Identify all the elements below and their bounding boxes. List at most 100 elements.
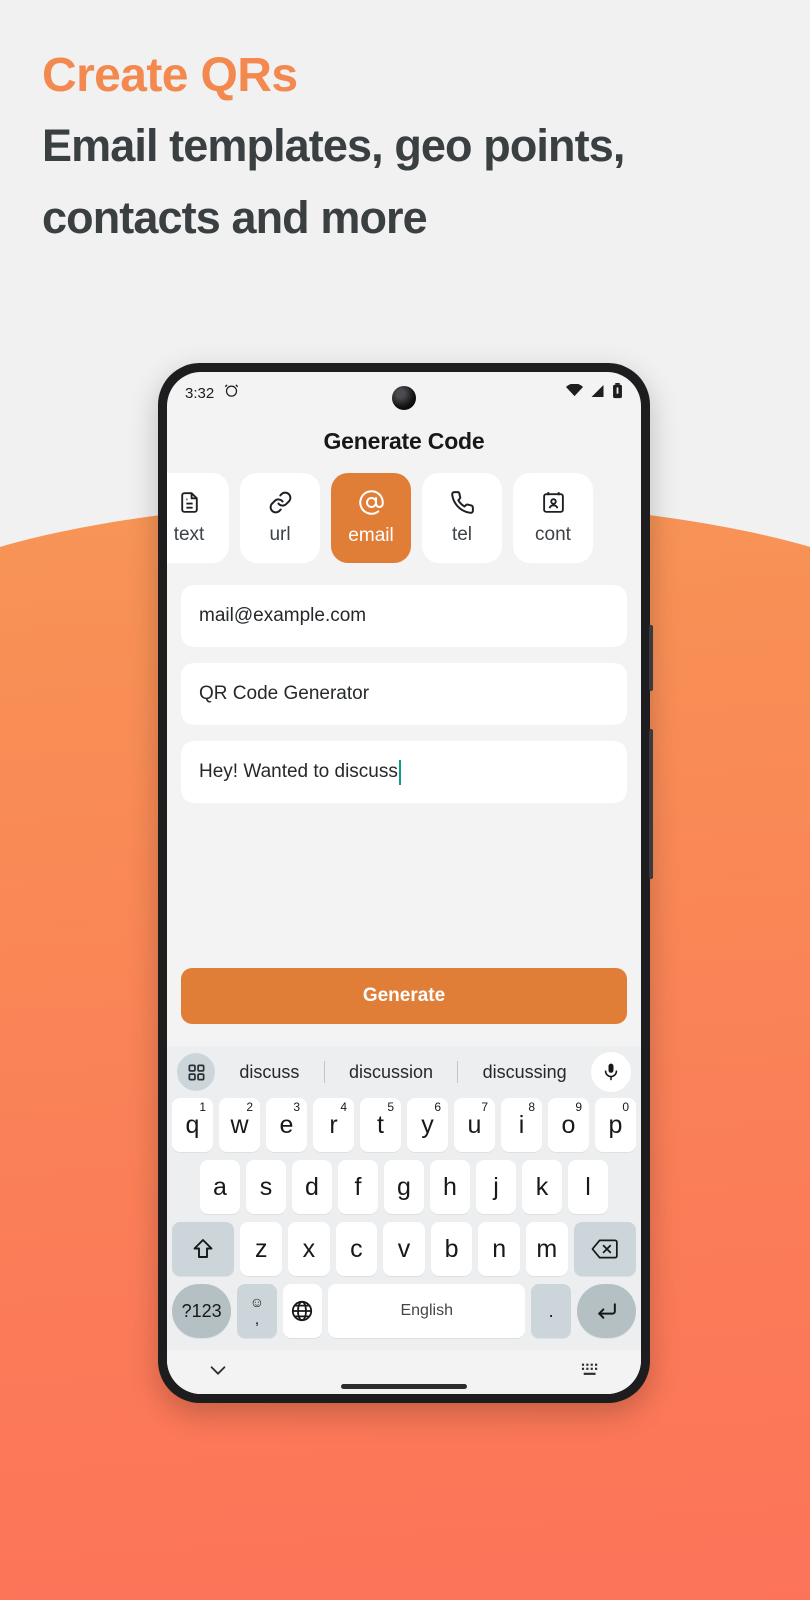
key-label: k xyxy=(535,1172,549,1201)
suggestion-item[interactable]: discussing xyxy=(477,1062,573,1083)
period-key[interactable]: . xyxy=(531,1284,571,1338)
keyboard-row-3: z x c v b n m xyxy=(167,1222,641,1284)
alarm-clock-icon xyxy=(224,383,239,403)
key-v[interactable]: v xyxy=(383,1222,425,1276)
promo-subheadline: Email templates, geo points, contacts an… xyxy=(42,119,625,243)
generate-button[interactable]: Generate xyxy=(181,968,627,1024)
email-body-field[interactable]: Hey! Wanted to discuss xyxy=(181,741,627,803)
status-bar-right xyxy=(566,382,623,404)
key-label: d xyxy=(305,1172,319,1201)
key-w[interactable]: 2w xyxy=(219,1098,260,1152)
key-a[interactable]: a xyxy=(200,1160,240,1214)
tab-url[interactable]: url xyxy=(240,473,320,563)
key-sup: 0 xyxy=(622,1100,629,1114)
backspace-icon[interactable] xyxy=(573,1222,636,1276)
cellular-signal-icon xyxy=(590,384,605,403)
promo-kicker: Create QRs xyxy=(42,49,298,102)
qr-type-tab-strip[interactable]: text url email tel cont xyxy=(167,473,641,563)
key-x[interactable]: x xyxy=(288,1222,330,1276)
email-body-value: Hey! Wanted to discuss xyxy=(199,761,398,782)
generate-form: mail@example.com QR Code Generator Hey! … xyxy=(167,563,641,1046)
key-p[interactable]: 0p xyxy=(595,1098,636,1152)
key-r[interactable]: 4r xyxy=(313,1098,354,1152)
key-c[interactable]: c xyxy=(335,1222,378,1276)
key-b[interactable]: b xyxy=(430,1222,473,1276)
keyboard-switcher-icon[interactable] xyxy=(581,1362,601,1383)
key-sup: 2 xyxy=(246,1100,253,1114)
key-label: t xyxy=(377,1110,384,1139)
suggestion-item[interactable]: discussion xyxy=(343,1062,439,1083)
key-label: n xyxy=(492,1234,507,1263)
key-y[interactable]: 6y xyxy=(407,1098,448,1152)
keyboard-row-2: a s d f g h j k l xyxy=(167,1160,641,1222)
key-label: w xyxy=(230,1110,249,1139)
key-k[interactable]: k xyxy=(522,1160,562,1214)
key-label: v xyxy=(397,1234,411,1263)
key-label: h xyxy=(443,1172,457,1201)
enter-return-icon[interactable] xyxy=(576,1284,636,1338)
key-label: g xyxy=(397,1172,411,1201)
key-q[interactable]: 1q xyxy=(172,1098,213,1152)
suggestion-list: discuss discussion discussing xyxy=(215,1061,591,1083)
email-subject-field[interactable]: QR Code Generator xyxy=(181,663,627,725)
page-title: Generate Code xyxy=(323,428,485,454)
key-h[interactable]: h xyxy=(430,1160,470,1214)
app-grid-icon[interactable] xyxy=(177,1053,215,1091)
email-subject-value: QR Code Generator xyxy=(199,683,370,704)
key-d[interactable]: d xyxy=(292,1160,332,1214)
text-cursor xyxy=(398,759,401,785)
tab-text[interactable]: text xyxy=(167,473,229,563)
emoji-comma-icon[interactable]: ☺ , xyxy=(237,1284,277,1338)
key-label: s xyxy=(259,1172,273,1201)
key-e[interactable]: 3e xyxy=(266,1098,307,1152)
key-u[interactable]: 7u xyxy=(454,1098,495,1152)
suggestion-item[interactable]: discuss xyxy=(233,1062,305,1083)
key-m[interactable]: m xyxy=(525,1222,568,1276)
key-f[interactable]: f xyxy=(338,1160,378,1214)
at-sign-icon xyxy=(358,489,385,516)
tab-email[interactable]: email xyxy=(331,473,411,563)
key-t[interactable]: 5t xyxy=(360,1098,401,1152)
home-gesture-pill[interactable] xyxy=(341,1384,467,1389)
key-label: m xyxy=(536,1234,558,1263)
key-l[interactable]: l xyxy=(568,1160,608,1214)
link-icon xyxy=(268,490,293,515)
key-label: f xyxy=(354,1172,362,1201)
symbols-key[interactable]: ?123 xyxy=(172,1284,232,1338)
key-o[interactable]: 9o xyxy=(548,1098,589,1152)
tab-label: tel xyxy=(451,524,473,545)
tab-label: text xyxy=(173,524,205,545)
microphone-icon[interactable] xyxy=(591,1052,631,1092)
suggestion-divider xyxy=(457,1061,459,1083)
key-z[interactable]: z xyxy=(240,1222,283,1276)
tab-label: email xyxy=(348,525,394,546)
key-sup: 3 xyxy=(293,1100,300,1114)
key-label: b xyxy=(444,1234,459,1263)
shift-arrow-icon[interactable] xyxy=(172,1222,235,1276)
tab-tel[interactable]: tel xyxy=(422,473,502,563)
key-s[interactable]: s xyxy=(246,1160,286,1214)
key-label: i xyxy=(518,1110,525,1139)
key-i[interactable]: 8i xyxy=(501,1098,542,1152)
key-label: c xyxy=(350,1234,363,1263)
language-globe-icon[interactable] xyxy=(282,1284,323,1338)
key-label: a xyxy=(213,1172,227,1201)
key-sup: 9 xyxy=(575,1100,582,1114)
key-label: e xyxy=(279,1110,294,1139)
key-j[interactable]: j xyxy=(476,1160,516,1214)
key-label: l xyxy=(585,1172,591,1201)
phone-screen: 3:32 Generate Code text url email tel co… xyxy=(167,372,641,1394)
keyboard-row-1: 1q 2w 3e 4r 5t 6y 7u 8i 9o 0p xyxy=(167,1098,641,1160)
tab-contact[interactable]: cont xyxy=(513,473,593,563)
key-sup: 1 xyxy=(199,1100,206,1114)
contact-card-icon xyxy=(541,490,566,515)
key-g[interactable]: g xyxy=(384,1160,424,1214)
key-n[interactable]: n xyxy=(478,1222,520,1276)
chevron-down-icon[interactable] xyxy=(207,1359,229,1386)
status-bar-left: 3:32 xyxy=(185,383,239,403)
key-label: r xyxy=(329,1110,338,1139)
system-navigation-bar xyxy=(167,1350,641,1394)
spacebar[interactable]: English xyxy=(328,1284,526,1338)
email-address-field[interactable]: mail@example.com xyxy=(181,585,627,647)
key-sup: 7 xyxy=(481,1100,488,1114)
